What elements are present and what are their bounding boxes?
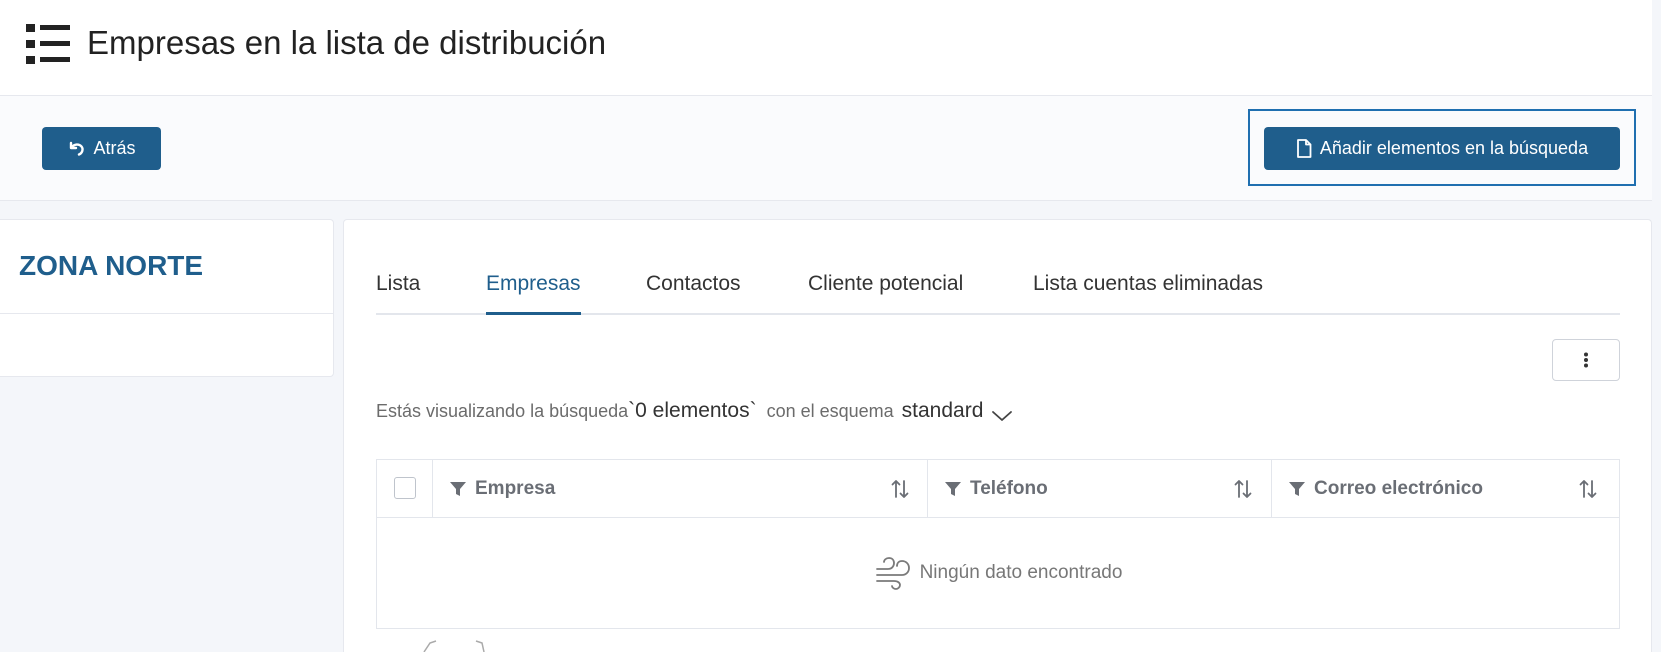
search-info: Estás visualizando la búsqueda `0 elemen… [376,399,1013,433]
back-button-label: Atrás [93,138,136,158]
vertical-dots-icon [1584,352,1588,368]
chevron-down-icon[interactable] [991,409,1013,423]
companies-table: Empresa Teléfono Correo electrónico Ning… [376,459,1620,629]
tab-cliente-potencial[interactable]: Cliente potencial [808,261,963,315]
page-header: Empresas en la lista de distribución [0,0,1652,96]
column-label: Correo electrónico [1314,478,1483,499]
distribution-list-title: ZONA NORTE [19,250,204,281]
sort-icon[interactable] [1234,479,1252,499]
tab-lista[interactable]: Lista [376,261,420,315]
search-name: `0 elementos` [628,399,757,422]
back-button[interactable]: Atrás [42,127,161,170]
wind-icon [875,557,910,590]
column-telefono[interactable]: Teléfono [928,460,1272,518]
add-button-label: Añadir elementos en la búsqueda [1319,138,1589,158]
schema-selector[interactable]: standard [902,399,984,423]
column-correo-electronico[interactable]: Correo electrónico [1272,460,1619,518]
distribution-list-panel: ZONA NORTE [0,219,334,377]
tab-lista-cuentas-eliminadas[interactable]: Lista cuentas eliminadas [1033,261,1263,315]
document-icon [1296,139,1312,158]
select-all-cell [377,460,433,518]
tab-empresas[interactable]: Empresas [486,261,581,315]
filter-icon[interactable] [1288,481,1306,497]
empty-message: Ningún dato encontrado [919,562,1123,583]
column-label: Empresa [475,478,556,499]
column-empresa[interactable]: Empresa [433,460,928,518]
sort-icon[interactable] [1579,479,1597,499]
sort-icon[interactable] [891,479,909,499]
empty-state: Ningún dato encontrado [377,518,1619,628]
panel-divider [0,313,333,314]
main-panel: Lista Empresas Contactos Cliente potenci… [343,219,1652,652]
select-all-checkbox[interactable] [394,477,416,499]
pagination-arrows-icon[interactable] [396,640,486,652]
more-options-button[interactable] [1552,339,1620,381]
tab-contactos[interactable]: Contactos [646,261,741,315]
add-search-items-button[interactable]: Añadir elementos en la búsqueda [1264,127,1620,170]
filter-icon[interactable] [449,481,467,497]
undo-icon [70,141,85,156]
column-label: Teléfono [970,478,1048,499]
tab-bar: Lista Empresas Contactos Cliente potenci… [376,261,1620,315]
search-info-prefix: Estás visualizando la búsqueda [376,401,629,421]
list-icon [26,24,70,64]
table-header: Empresa Teléfono Correo electrónico [377,460,1619,518]
filter-icon[interactable] [944,481,962,497]
page-title: Empresas en la lista de distribución [87,24,607,61]
schema-prefix: con el esquema [766,401,894,421]
action-toolbar: Atrás Añadir elementos en la búsqueda [0,96,1652,201]
